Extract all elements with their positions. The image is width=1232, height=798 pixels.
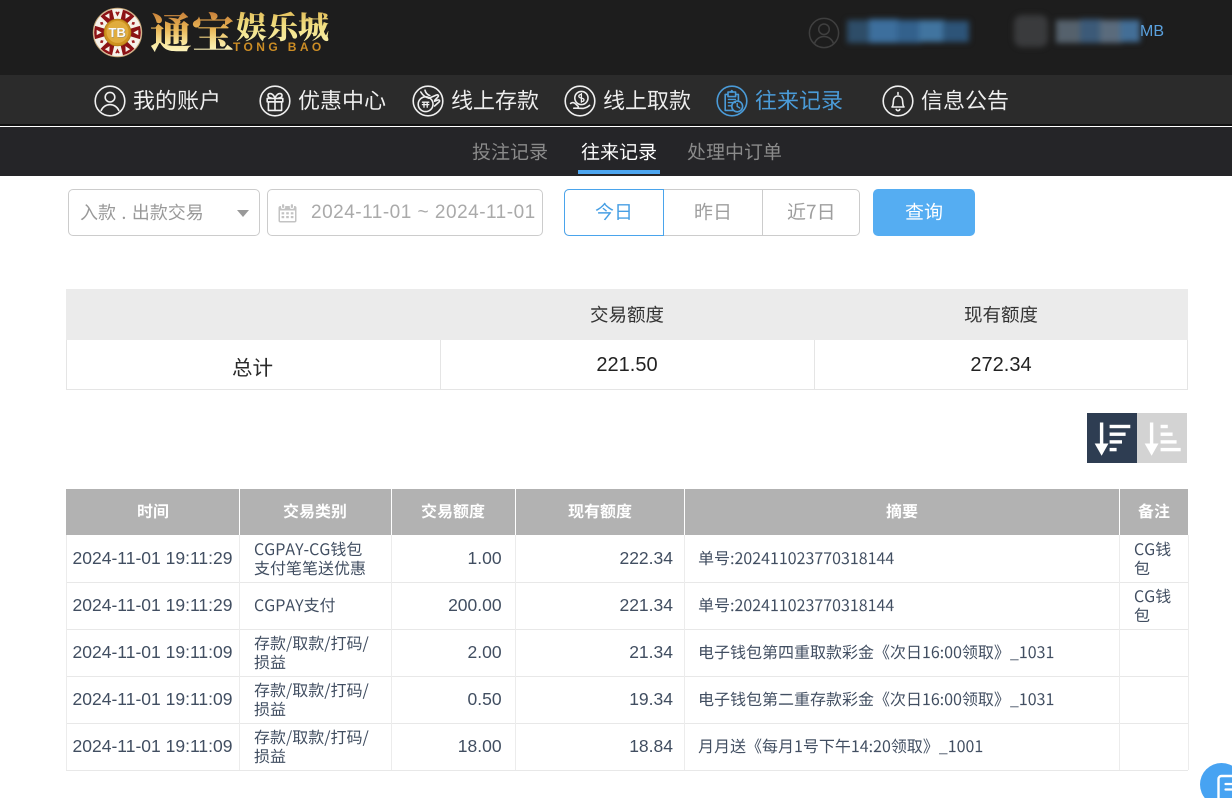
svg-text:TB: TB [109, 25, 126, 40]
